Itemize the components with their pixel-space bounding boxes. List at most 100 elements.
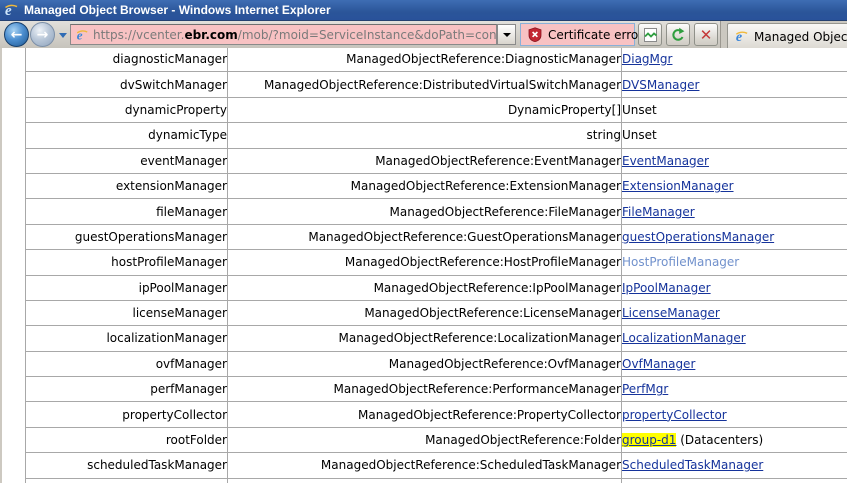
property-name-cell: propertyCollector xyxy=(25,401,228,428)
property-type-cell: ManagedObjectReference:HostProfileManage… xyxy=(227,249,622,276)
page-ie-icon: e xyxy=(75,28,89,42)
property-name-cell: dynamicProperty xyxy=(25,96,228,124)
property-name-cell: guestOperationsManager xyxy=(25,223,228,251)
property-type-cell: ManagedObjectReference:LicenseManager xyxy=(227,299,622,327)
property-name-cell: eventManager xyxy=(25,147,228,174)
tab-strip: e Managed Object Brow xyxy=(720,21,847,49)
table-row: perfManager ManagedObjectReference:Perfo… xyxy=(25,376,847,403)
refresh-icon xyxy=(670,27,686,43)
property-type-cell: ManagedObjectReference:ScheduledTaskMana… xyxy=(227,452,622,479)
back-button[interactable]: ← xyxy=(4,22,29,47)
value-link[interactable]: EventManager xyxy=(623,154,709,168)
table-row: fileManager ManagedObjectReference:FileM… xyxy=(25,198,847,225)
value-link-highlighted[interactable]: group-d1 xyxy=(622,433,677,448)
navigation-toolbar: ← → e https://vcenter.ebr.com/mob/?moid=… xyxy=(0,20,847,49)
table-row: hostProfileManager ManagedObjectReferenc… xyxy=(25,249,847,276)
value-link[interactable]: ExtensionManager xyxy=(623,179,734,193)
property-type-cell: ManagedObjectReference:FileManager xyxy=(227,198,622,225)
property-type-cell: ManagedObjectReference:IpPoolManager xyxy=(227,274,622,301)
url-prefix: https://vcenter. xyxy=(93,27,185,42)
recent-pages-chevron-icon[interactable] xyxy=(59,33,67,38)
svg-text:e: e xyxy=(736,29,742,44)
property-type-cell: ManagedObjectReference:GuestOperationsMa… xyxy=(227,223,622,251)
property-name-cell: perfManager xyxy=(25,376,228,403)
browser-window: { "window": { "title": "Managed Object B… xyxy=(0,0,847,483)
property-type-cell: ManagedObjectReference:LocalizationManag… xyxy=(227,325,622,352)
title-bar: e Managed Object Browser - Windows Inter… xyxy=(0,0,847,20)
table-row: propertyCollector ManagedObjectReference… xyxy=(25,401,847,428)
url-domain: ebr.com xyxy=(184,27,238,42)
property-type-cell: ManagedObjectReference:DiagnosticManager xyxy=(227,48,622,73)
property-type-cell: ManagedObjectReference:OvfManager xyxy=(227,350,622,378)
svg-text:e: e xyxy=(77,28,83,42)
table-row: eventManager ManagedObjectReference:Even… xyxy=(25,147,847,174)
compatibility-view-button[interactable] xyxy=(638,23,662,46)
property-name-cell xyxy=(25,477,228,483)
property-name-cell: dynamicType xyxy=(25,122,228,149)
stop-button[interactable]: ✕ xyxy=(694,23,718,46)
value-text: Unset xyxy=(622,102,657,117)
table-row: rootFolder ManagedObjectReference:Folder… xyxy=(25,426,847,454)
table-row: dynamicProperty DynamicProperty[] Unset xyxy=(25,96,847,124)
value-link[interactable]: propertyCollector xyxy=(623,408,727,422)
table-row: diagnosticManager ManagedObjectReference… xyxy=(25,48,847,73)
url-text: https://vcenter.ebr.com/mob/?moid=Servic… xyxy=(93,27,497,42)
certificate-error-badge[interactable]: Certificate error xyxy=(520,23,643,46)
url-path: /mob/?moid=ServiceInstance&doPath=conten… xyxy=(237,27,497,42)
tab-managed-object-browser[interactable]: e Managed Object Brow xyxy=(727,23,847,49)
value-link[interactable]: LocalizationManager xyxy=(623,331,746,345)
dropdown-arrow-icon xyxy=(502,32,511,37)
property-name-cell: diagnosticManager xyxy=(25,48,228,73)
security-shield-icon xyxy=(528,27,542,42)
property-name-cell: rootFolder xyxy=(25,426,228,454)
property-type-cell: ManagedObjectReference:PropertyCollector xyxy=(227,401,622,428)
tab-title: Managed Object Brow xyxy=(754,29,847,44)
property-name-cell: extensionManager xyxy=(25,172,228,200)
value-suffix: (Datacenters) xyxy=(676,433,764,448)
table-row: licenseManager ManagedObjectReference:Li… xyxy=(25,299,847,327)
value-link-visited[interactable]: HostProfileManager xyxy=(623,255,740,269)
property-name-cell: hostProfileManager xyxy=(25,249,228,276)
value-link[interactable]: IpPoolManager xyxy=(623,281,711,295)
certificate-error-label: Certificate error xyxy=(548,27,644,42)
value-link[interactable]: guestOperationsManager xyxy=(623,230,775,244)
refresh-button[interactable] xyxy=(666,23,690,46)
value-link[interactable]: DiagMgr xyxy=(623,52,673,66)
table-row: ovfManager ManagedObjectReference:OvfMan… xyxy=(25,350,847,378)
property-name-cell: dvSwitchManager xyxy=(25,71,228,98)
stop-x-icon: ✕ xyxy=(699,25,713,44)
broken-page-icon xyxy=(643,27,658,43)
table-row: localizationManager ManagedObjectReferen… xyxy=(25,325,847,352)
forward-button[interactable]: → xyxy=(30,22,55,47)
table-row: guestOperationsManager ManagedObjectRefe… xyxy=(25,223,847,251)
property-name-cell: localizationManager xyxy=(25,325,228,352)
value-link[interactable]: PerfMgr xyxy=(623,382,669,396)
address-dropdown-button[interactable] xyxy=(497,24,516,45)
value-text: Unset xyxy=(622,128,657,143)
value-link[interactable]: ScheduledTaskManager xyxy=(623,458,764,472)
tab-ie-icon: e xyxy=(734,29,749,44)
property-name-cell: fileManager xyxy=(25,198,228,225)
property-type-cell xyxy=(227,477,622,483)
table-row-partial xyxy=(25,477,847,483)
property-type-cell: ManagedObjectReference:Folder xyxy=(227,426,622,454)
property-type-cell: ManagedObjectReference:ExtensionManager xyxy=(227,172,622,200)
property-type-cell: ManagedObjectReference:PerformanceManage… xyxy=(227,376,622,403)
table-row: extensionManager ManagedObjectReference:… xyxy=(25,172,847,200)
table-row: dynamicType string Unset xyxy=(25,122,847,149)
property-name-cell: scheduledTaskManager xyxy=(25,452,228,479)
value-link[interactable]: FileManager xyxy=(623,205,695,219)
property-type-cell: DynamicProperty[] xyxy=(227,96,622,124)
value-link[interactable]: DVSManager xyxy=(623,78,700,92)
table-row: dvSwitchManager ManagedObjectReference:D… xyxy=(25,71,847,98)
ie-logo-icon: e xyxy=(3,2,19,18)
window-title: Managed Object Browser - Windows Interne… xyxy=(24,3,331,17)
property-name-cell: ovfManager xyxy=(25,350,228,378)
property-name-cell: licenseManager xyxy=(25,299,228,327)
value-link[interactable]: LicenseManager xyxy=(623,306,720,320)
properties-table: diagnosticManager ManagedObjectReference… xyxy=(25,48,847,483)
address-input[interactable]: e https://vcenter.ebr.com/mob/?moid=Serv… xyxy=(70,24,497,45)
value-link[interactable]: OvfManager xyxy=(623,357,696,371)
property-type-cell: ManagedObjectReference:DistributedVirtua… xyxy=(227,71,622,98)
table-row: scheduledTaskManager ManagedObjectRefere… xyxy=(25,452,847,479)
